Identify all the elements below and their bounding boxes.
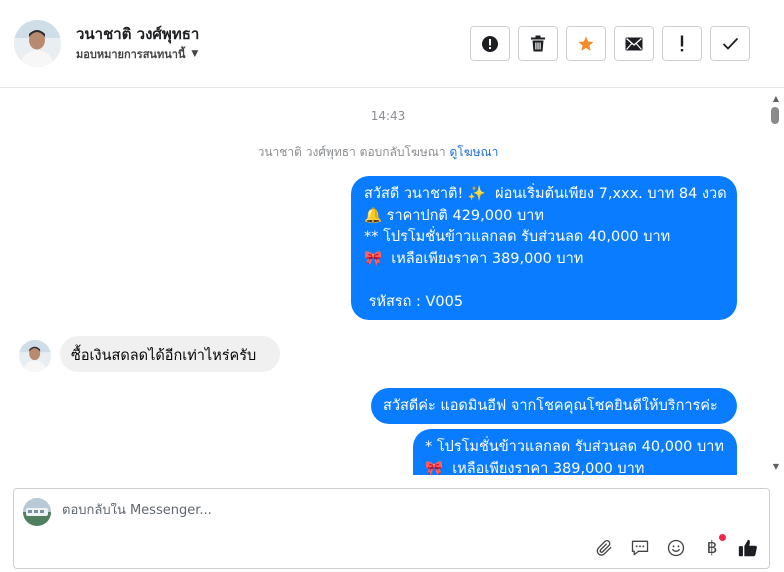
star-icon	[578, 36, 594, 51]
message-line: รหัสรถ : V005	[364, 293, 464, 310]
message-line: สวัสดี วนาชาติ! ✨ ผ่อนเริ่มต้นเพียง 7,xx…	[364, 186, 727, 202]
report-spam-button[interactable]	[470, 26, 510, 61]
scroll-up-arrow-icon[interactable]: ▲	[768, 91, 784, 105]
paperclip-icon	[596, 540, 612, 556]
ad-reply-notice: วนาชาติ วงศ์พุทธา ตอบกลับโฆษณา ดูโฆษณา	[0, 143, 756, 162]
ad-reply-text: วนาชาติ วงศ์พุทธา ตอบกลับโฆษณา	[257, 145, 446, 159]
saved-replies-button[interactable]	[629, 537, 651, 559]
assign-label: มอบหมายการสนทนานี้	[76, 48, 186, 61]
like-button[interactable]	[737, 537, 759, 559]
baht-payment-icon: ฿	[706, 538, 718, 558]
incoming-message[interactable]: ซื้อเงินสดลดได้อีกเท่าไหร่ครับ	[60, 336, 280, 372]
conversation-header: วนาชาติ วงศ์พุทธา มอบหมายการสนทนานี้ ▼	[0, 0, 784, 88]
reply-input[interactable]	[62, 503, 712, 518]
assign-conversation-dropdown[interactable]: มอบหมายการสนทนานี้ ▼	[76, 45, 198, 63]
page-avatar	[23, 498, 51, 526]
message-line: ** โปรโมชั่นข้าวแลกลด รับส่วนลด 40,000 บ…	[364, 229, 671, 245]
message-line: 🎀 เหลือเพียงราคา 389,000 บาท	[425, 460, 645, 476]
scroll-down-arrow-icon[interactable]: ▼	[768, 459, 784, 473]
emoji-icon	[667, 539, 685, 557]
sender-avatar[interactable]	[19, 340, 51, 372]
inbox-conversation: วนาชาติ วงศ์พุทธา มอบหมายการสนทนานี้ ▼ 1…	[0, 0, 784, 572]
follow-up-button[interactable]	[662, 26, 702, 61]
scrollbar-thumb[interactable]	[771, 107, 779, 124]
conversation-actions	[470, 26, 750, 61]
message-line: 🔔 ราคาปกติ 429,000 บาท	[364, 207, 544, 224]
mark-done-button[interactable]	[710, 26, 750, 61]
envelope-icon	[625, 37, 643, 50]
mark-unread-button[interactable]	[614, 26, 654, 61]
view-ad-link[interactable]: ดูโฆษณา	[449, 145, 498, 159]
message-timestamp: 14:43	[370, 109, 406, 123]
check-icon	[722, 37, 738, 50]
saved-reply-icon	[631, 540, 649, 556]
message-line: * โปรโมชั่นข้าวแลกลด รับส่วนลด 40,000 บา…	[425, 439, 724, 455]
thumbs-up-icon	[738, 539, 757, 557]
outgoing-message[interactable]: * โปรโมชั่นข้าวแลกลด รับส่วนลด 40,000 บา…	[413, 429, 737, 475]
contact-avatar[interactable]	[14, 20, 61, 67]
outgoing-message[interactable]: สวัสดีค่ะ แอดมินอีฟ จากโชคคุณโชคยินดีให้…	[371, 388, 737, 424]
exclamation-icon	[680, 35, 684, 52]
alert-circle-icon	[482, 35, 498, 52]
reply-composer: ฿	[13, 488, 770, 569]
emoji-button[interactable]	[665, 537, 687, 559]
trash-icon	[531, 35, 545, 52]
contact-name[interactable]: วนาชาติ วงศ์พุทธา	[76, 22, 199, 46]
attach-file-button[interactable]	[593, 537, 615, 559]
message-line	[364, 270, 724, 292]
thread-scrollbar[interactable]: ▲ ▼	[768, 89, 784, 475]
message-thread[interactable]: 14:43 วนาชาติ วงศ์พุทธา ตอบกลับโฆษณา ดูโ…	[0, 89, 768, 475]
delete-button[interactable]	[518, 26, 558, 61]
composer-tools: ฿	[593, 534, 759, 559]
star-button[interactable]	[566, 26, 606, 61]
outgoing-message[interactable]: สวัสดี วนาชาติ! ✨ ผ่อนเริ่มต้นเพียง 7,xx…	[351, 176, 737, 320]
message-line: 🎀 เหลือเพียงราคา 389,000 บาท	[364, 250, 584, 267]
payment-button[interactable]: ฿	[701, 534, 726, 559]
caret-down-icon: ▼	[191, 49, 199, 59]
notification-dot	[719, 534, 726, 541]
